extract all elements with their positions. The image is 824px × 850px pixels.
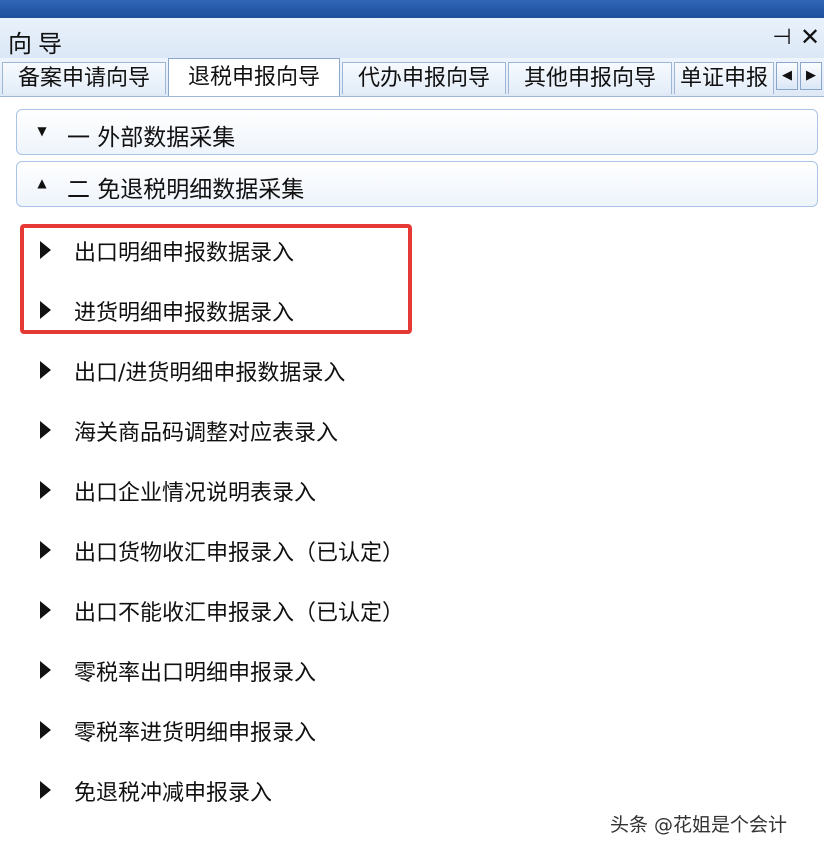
list-item-label: 海关商品码调整对应表录入 — [74, 421, 339, 446]
tab-strip: 备案申请向导 退税申报向导 代办申报向导 其他申报向导 单证申报 — [0, 58, 824, 97]
list-item[interactable]: 出口/进货明细申报数据录入 — [40, 351, 600, 391]
triangle-right-icon — [40, 241, 51, 259]
tab-scroll-right-icon[interactable]: ▶ — [800, 62, 822, 90]
wizard-content: ▼ 一 外部数据采集 ▲ 二 免退税明细数据采集 出口明细申报数据录入 进货明细… — [0, 97, 824, 850]
triangle-right-icon — [40, 421, 51, 439]
list-item[interactable]: 免退税冲减申报录入 — [40, 771, 600, 811]
list-item-label: 出口企业情况说明表录入 — [74, 481, 317, 506]
list-item-label: 进货明细申报数据录入 — [74, 301, 295, 326]
wizard-window: 向导 ⊣ ✕ 备案申请向导 退税申报向导 代办申报向导 其他申报向导 单证申报 … — [0, 0, 824, 850]
panel-title: 向导 — [8, 30, 68, 58]
triangle-right-icon — [40, 541, 51, 559]
tab-filing-wizard[interactable]: 备案申请向导 — [2, 62, 166, 94]
triangle-right-icon — [40, 361, 51, 379]
list-item[interactable]: 出口明细申报数据录入 — [40, 231, 600, 271]
close-icon[interactable]: ✕ — [798, 24, 822, 50]
watermark-text: 头条 @花姐是个会计 — [610, 814, 788, 836]
list-item-label: 出口明细申报数据录入 — [74, 241, 295, 266]
group-label: 二 免退税明细数据采集 — [67, 177, 305, 203]
list-item-label: 出口/进货明细申报数据录入 — [74, 361, 346, 386]
tab-other-wizard[interactable]: 其他申报向导 — [508, 62, 672, 94]
tab-agent-wizard[interactable]: 代办申报向导 — [342, 62, 506, 94]
list-item-label: 出口不能收汇申报录入（已认定） — [74, 601, 405, 626]
triangle-right-icon — [40, 721, 51, 739]
list-item[interactable]: 海关商品码调整对应表录入 — [40, 411, 600, 451]
pin-icon[interactable]: ⊣ — [770, 26, 794, 50]
list-item[interactable]: 零税率进货明细申报录入 — [40, 711, 600, 751]
triangle-right-icon — [40, 661, 51, 679]
group-label: 一 外部数据采集 — [67, 125, 236, 151]
triangle-right-icon — [40, 781, 51, 799]
tab-document-wizard[interactable]: 单证申报 — [674, 62, 774, 94]
list-item-label: 出口货物收汇申报录入（已认定） — [74, 541, 405, 566]
list-item[interactable]: 进货明细申报数据录入 — [40, 291, 600, 331]
list-item[interactable]: 出口企业情况说明表录入 — [40, 471, 600, 511]
list-item[interactable]: 出口不能收汇申报录入（已认定） — [40, 591, 600, 631]
triangle-right-icon — [40, 301, 51, 319]
triangle-right-icon — [40, 481, 51, 499]
tab-scroll-left-icon[interactable]: ◀ — [776, 62, 798, 90]
panel-header: 向导 ⊣ ✕ — [0, 18, 824, 59]
group-detail-data[interactable]: ▲ 二 免退税明细数据采集 — [16, 161, 818, 207]
window-title-bar — [0, 0, 824, 18]
triangle-right-icon — [40, 601, 51, 619]
chevron-up-icon: ▲ — [37, 176, 47, 190]
list-item-label: 零税率出口明细申报录入 — [74, 661, 317, 686]
list-item[interactable]: 零税率出口明细申报录入 — [40, 651, 600, 691]
list-item-label: 免退税冲减申报录入 — [74, 781, 273, 806]
tab-refund-wizard[interactable]: 退税申报向导 — [168, 58, 340, 96]
chevron-down-icon: ▼ — [37, 124, 47, 138]
group-external-data[interactable]: ▼ 一 外部数据采集 — [16, 109, 818, 155]
list-item-label: 零税率进货明细申报录入 — [74, 721, 317, 746]
list-item[interactable]: 出口货物收汇申报录入（已认定） — [40, 531, 600, 571]
